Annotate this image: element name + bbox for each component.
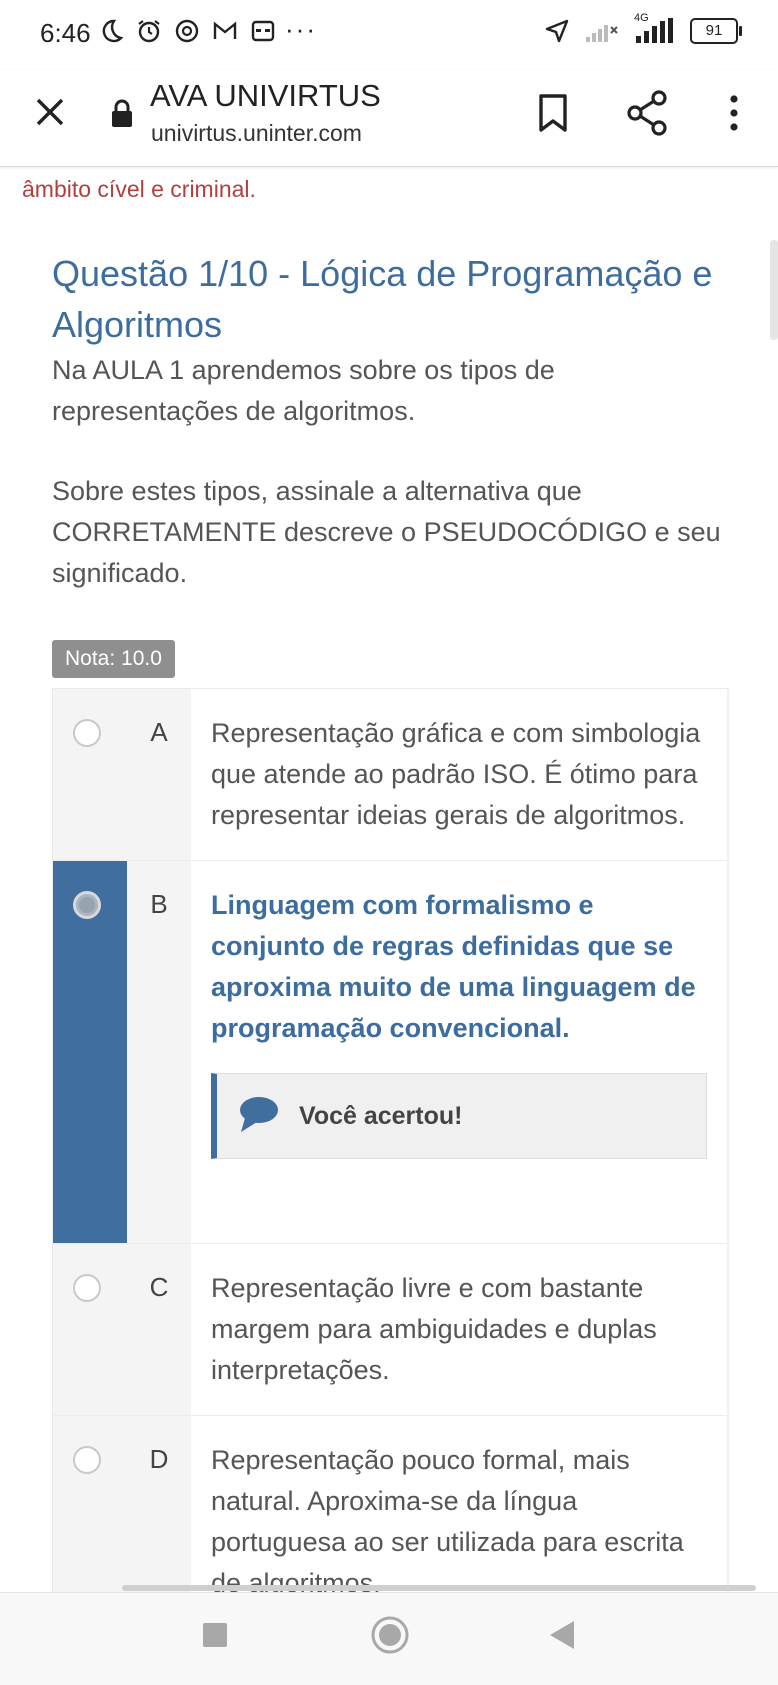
status-time: 6:46 — [40, 18, 91, 48]
vertical-scrollbar[interactable] — [770, 240, 778, 340]
bookmark-icon[interactable] — [535, 92, 571, 134]
more-notifications: ··· — [285, 14, 317, 44]
page-url[interactable]: univirtus.uninter.com — [151, 120, 362, 147]
page-title: AVA UNIVIRTUS — [150, 78, 381, 113]
feedback-text: Você acertou! — [299, 1102, 463, 1130]
option-a[interactable]: A Representação gráfica e com simbologia… — [53, 689, 727, 860]
option-b-selector[interactable] — [53, 861, 127, 1243]
more-vert-icon[interactable] — [722, 92, 746, 134]
option-c-selector[interactable] — [53, 1244, 127, 1415]
option-b-text: Linguagem com formalismo e conjunto de r… — [211, 890, 696, 1043]
radio-b[interactable] — [73, 891, 101, 919]
speech-bubble-icon — [240, 1097, 278, 1132]
notification-icons — [98, 18, 276, 44]
location-arrow-icon — [545, 19, 569, 43]
signal-off-icon — [586, 25, 618, 42]
status-bar: 6:46 ··· 4G 91 — [0, 0, 778, 70]
gmail-icon — [213, 21, 237, 39]
moon-icon — [102, 19, 124, 43]
question-title: Questão 1/10 - Lógica de Programação e A… — [52, 253, 713, 345]
recents-icon[interactable] — [203, 1623, 227, 1647]
back-icon[interactable] — [548, 1619, 576, 1651]
browser-toolbar: AVA UNIVIRTUS univirtus.uninter.com — [0, 70, 778, 167]
question-text-prompt: Sobre estes tipos, assinale a alternativ… — [52, 476, 721, 588]
radio-d[interactable] — [73, 1446, 101, 1474]
home-icon[interactable] — [370, 1615, 410, 1655]
grade-badge: Nota: 10.0 — [52, 640, 175, 678]
alarm-icon — [138, 20, 160, 43]
threads-icon — [175, 19, 199, 43]
status-right: 4G 91 — [544, 12, 742, 44]
battery-icon: 91 — [690, 18, 742, 44]
answer-options: A Representação gráfica e com simbologia… — [52, 688, 729, 1629]
option-c-letter: C — [127, 1244, 191, 1415]
close-icon[interactable] — [30, 92, 70, 132]
option-c-text: Representação livre e com bastante marge… — [191, 1244, 727, 1415]
option-a-text: Representação gráfica e com simbologia q… — [191, 689, 727, 860]
option-b[interactable]: B Linguagem com formalismo e conjunto de… — [53, 860, 727, 1243]
lock-icon[interactable] — [110, 98, 134, 128]
question-text-intro: Na AULA 1 aprendemos sobre os tipos de r… — [52, 355, 555, 426]
option-b-letter: B — [127, 861, 191, 1243]
feedback-box: Você acertou! — [211, 1073, 707, 1159]
share-icon[interactable] — [625, 90, 669, 136]
system-nav-bar — [0, 1592, 778, 1685]
mask-icon — [251, 20, 275, 42]
option-b-content: Linguagem com formalismo e conjunto de r… — [191, 861, 727, 1243]
network-type: 4G — [634, 12, 649, 24]
radio-a[interactable] — [73, 719, 101, 747]
battery-level: 91 — [705, 22, 723, 39]
signal-4g-icon: 4G — [632, 12, 676, 44]
radio-c[interactable] — [73, 1274, 101, 1302]
option-c[interactable]: C Representação livre e com bastante mar… — [53, 1243, 727, 1415]
option-a-letter: A — [127, 689, 191, 860]
horizontal-scrollbar[interactable] — [122, 1585, 756, 1591]
warning-text: âmbito cível e criminal. — [22, 176, 256, 202]
option-a-selector[interactable] — [53, 689, 127, 860]
